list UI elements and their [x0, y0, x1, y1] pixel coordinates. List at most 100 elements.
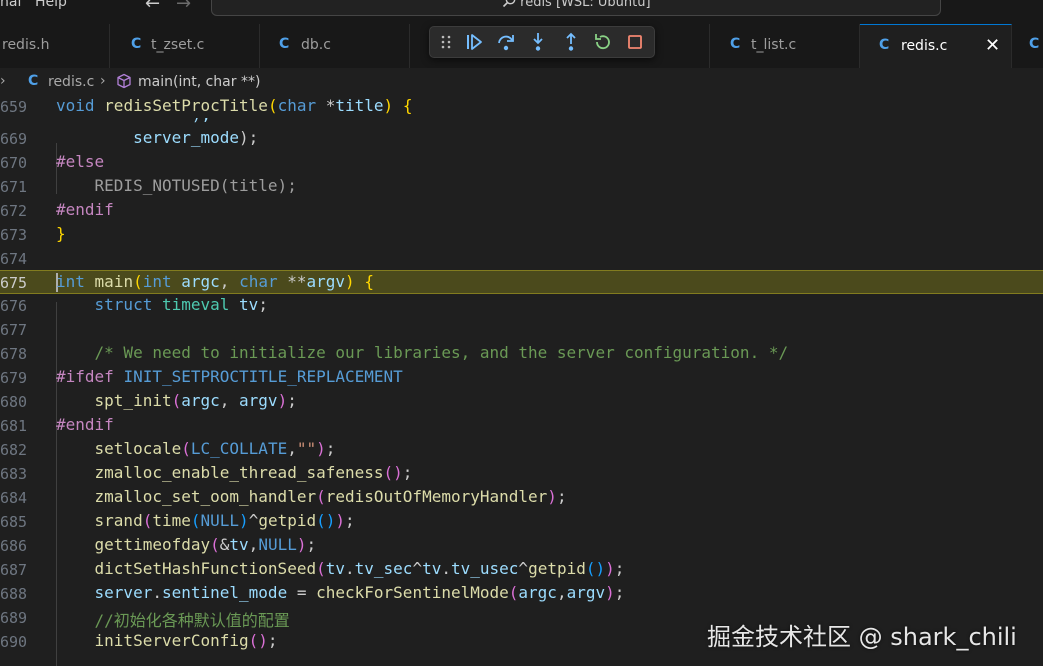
code-line: 659 void redisSetProcTitle(char *title) { — [0, 95, 1043, 119]
debug-toolbar — [429, 26, 655, 58]
code-line: 671 REDIS_NOTUSED(title); — [0, 175, 1043, 199]
breadcrumb-symbol[interactable]: main(int, char **) — [138, 74, 260, 90]
line-number: 673 — [0, 226, 28, 244]
c-file-icon: C — [28, 73, 39, 89]
continue-icon — [467, 34, 482, 50]
line-code: spt_init(argc, argv); — [94, 391, 297, 410]
line-code: REDIS_NOTUSED(title); — [56, 176, 297, 195]
line-code: #endif — [56, 200, 114, 219]
line-number: 669 — [0, 130, 28, 148]
tab-label: t_zset.c — [151, 37, 205, 53]
code-line: 669 server_mode); — [0, 127, 1043, 151]
menu-item-help[interactable]: Help — [35, 0, 67, 10]
menu-item-terminal[interactable]: nal — [0, 0, 21, 10]
step-into-button[interactable] — [527, 31, 549, 53]
tab-redis-h[interactable]: redis.h — [0, 24, 110, 68]
restart-icon — [595, 34, 610, 50]
step-over-icon — [498, 35, 514, 51]
tab-label: redis.h — [2, 37, 50, 53]
code-line: 683 zmalloc_enable_thread_safeness(); — [0, 462, 1043, 486]
line-code: setlocale(LC_COLLATE,""); — [94, 439, 336, 458]
line-number: 672 — [0, 202, 28, 220]
code-line: 678 /* We need to initialize our librari… — [0, 342, 1043, 366]
line-number: 675 — [0, 274, 28, 292]
tab-t-list-c[interactable]: C t_list.c — [710, 24, 860, 68]
restart-button[interactable] — [592, 31, 614, 53]
code-line: 673} — [0, 223, 1043, 247]
line-code: int main(int argc, char **argv) { — [56, 272, 374, 291]
line-code: #endif — [56, 415, 114, 434]
line-code: ); — [134, 118, 221, 124]
tab-redis-c[interactable]: C redis.c ✕ — [860, 24, 1012, 68]
close-tab-icon[interactable]: ✕ — [985, 35, 1000, 56]
line-number: 676 — [0, 297, 28, 315]
line-code: server.sentinel_mode = checkForSentinelM… — [94, 583, 625, 602]
code-line: 676 struct timeval tv; — [0, 294, 1043, 318]
line-number: 686 — [0, 537, 28, 555]
step-over-button[interactable] — [495, 31, 517, 53]
tab-t-zset-c[interactable]: C t_zset.c — [110, 24, 260, 68]
c-file-icon: C — [279, 36, 290, 52]
method-cube-icon — [116, 73, 132, 93]
current-debug-line: 675 int main(int argc, char **argv) { — [0, 270, 1043, 294]
stop-button[interactable] — [624, 31, 646, 53]
line-code: void redisSetProcTitle(char *title) { — [56, 96, 413, 115]
code-line: 686 gettimeofday(&tv,NULL); — [0, 534, 1043, 558]
code-line: 688 server.sentinel_mode = checkForSenti… — [0, 582, 1043, 606]
c-file-icon: C — [1029, 36, 1040, 52]
code-line: 685 srand(time(NULL)^getpid()); — [0, 510, 1043, 534]
tab-overflow[interactable]: C — [1012, 24, 1043, 68]
tab-label: t_list.c — [751, 37, 797, 53]
line-number: 659 — [0, 98, 28, 116]
line-number: 684 — [0, 489, 28, 507]
code-line: 679 #ifdef INIT_SETPROCTITLE_REPLACEMENT — [0, 366, 1043, 390]
title-bar: nal Help ← → redis [WSL: Ubuntu] — [0, 0, 1043, 24]
c-file-icon: C — [879, 37, 890, 53]
line-code: #ifdef INIT_SETPROCTITLE_REPLACEMENT — [56, 367, 403, 386]
code-line: 672 #endif — [0, 199, 1043, 223]
line-code: zmalloc_set_oom_handler(redisOutOfMemory… — [94, 487, 567, 506]
line-number: 682 — [0, 441, 28, 459]
line-code: } — [56, 224, 66, 243]
breadcrumb-file[interactable]: redis.c — [48, 74, 94, 90]
line-number: 687 — [0, 561, 28, 579]
code-line: 682 setlocale(LC_COLLATE,""); — [0, 438, 1043, 462]
line-code: struct timeval tv; — [94, 295, 268, 314]
search-icon — [502, 0, 516, 8]
command-center-search[interactable]: redis [WSL: Ubuntu] — [211, 0, 941, 16]
line-code: //初始化各种默认值的配置 — [94, 611, 290, 630]
line-number: 681 — [0, 417, 28, 435]
code-line: 687 dictSetHashFunctionSeed(tv.tv_sec^tv… — [0, 558, 1043, 582]
line-number: 688 — [0, 585, 28, 603]
line-code: initServerConfig(); — [94, 631, 278, 650]
code-line: 670 #else — [0, 151, 1043, 175]
chevron-right-icon: › — [0, 73, 6, 89]
code-line: 681 #endif — [0, 414, 1043, 438]
chevron-right-icon: › — [100, 73, 106, 89]
line-number: 671 — [0, 178, 28, 196]
line-number: 680 — [0, 393, 28, 411]
stop-icon — [628, 35, 642, 49]
watermark: 掘金技术社区 @ shark_chili — [707, 623, 1017, 651]
forward-arrow-icon[interactable]: → — [176, 0, 191, 14]
code-editor[interactable]: 659 void redisSetProcTitle(char *title) {… — [0, 95, 1043, 666]
continue-button[interactable] — [463, 31, 485, 53]
step-out-button[interactable] — [560, 31, 582, 53]
command-center-label: redis [WSL: Ubuntu] — [520, 0, 651, 10]
c-file-icon: C — [730, 36, 741, 52]
line-code: server_mode); — [133, 128, 259, 147]
drag-handle-icon[interactable] — [440, 34, 452, 50]
tab-label: db.c — [301, 37, 331, 53]
line-number: 683 — [0, 465, 28, 483]
code-line: 684 zmalloc_set_oom_handler(redisOutOfMe… — [0, 486, 1043, 510]
step-into-icon — [533, 33, 543, 51]
step-out-icon — [566, 32, 576, 51]
tab-label: redis.c — [901, 38, 948, 54]
line-code: srand(time(NULL)^getpid()); — [94, 511, 355, 530]
line-code: dictSetHashFunctionSeed(tv.tv_sec^tv.tv_… — [94, 559, 625, 578]
line-number: 689 — [0, 609, 28, 627]
code-line: 677 — [0, 318, 1043, 342]
back-arrow-icon[interactable]: ← — [145, 0, 160, 14]
line-number: 670 — [0, 154, 28, 172]
tab-db-c[interactable]: C db.c — [260, 24, 410, 68]
